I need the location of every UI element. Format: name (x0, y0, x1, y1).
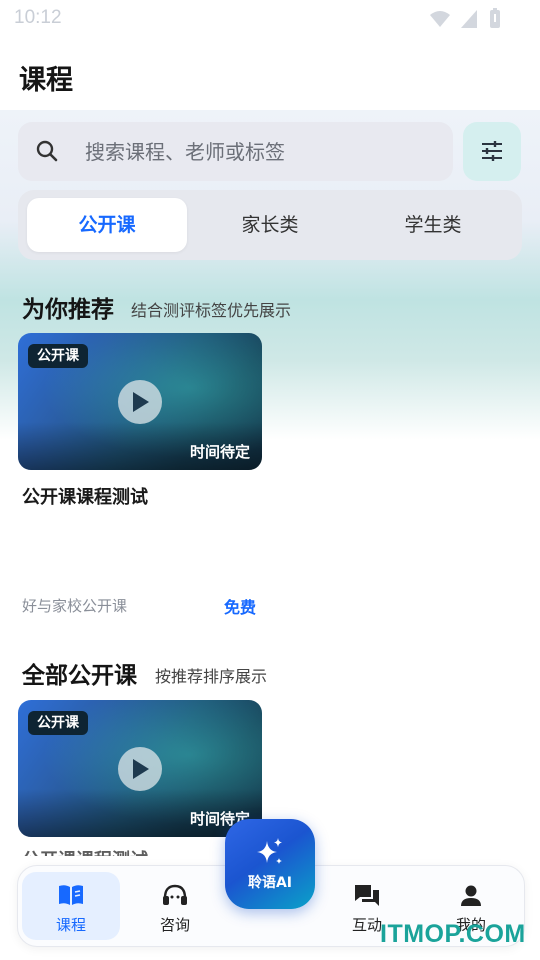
status-icons (429, 8, 500, 32)
all-courses-section-title: 全部公开课 (22, 663, 137, 689)
signal-icon (460, 10, 477, 28)
course-time-label: 时间待定 (189, 443, 250, 461)
category-tabs: 公开课 家长类 学生类 (18, 190, 522, 260)
all-courses-section-subtitle: 按推荐排序展示 (155, 667, 268, 686)
play-button[interactable] (118, 747, 162, 791)
nav-label-consult: 咨询 (159, 916, 190, 934)
play-icon (133, 759, 149, 779)
sliders-icon (482, 141, 502, 161)
status-time: 10:12 (14, 7, 62, 28)
filter-button[interactable] (463, 122, 521, 181)
recommend-section-subtitle: 结合测评标签优先展示 (131, 301, 292, 320)
tab-public-course[interactable]: 公开课 (27, 198, 187, 252)
all-course-title[interactable]: 公开课课程测试 (22, 846, 148, 856)
nav-item-courses[interactable]: 课程 (22, 872, 120, 940)
recommend-course-source: 好与家校公开课 (22, 597, 128, 615)
status-bar: 10:12 (0, 0, 540, 36)
all-course-thumbnail[interactable]: 公开课 时间待定 (18, 700, 262, 837)
page-title: 课程 (19, 65, 73, 96)
sparkle-icon (257, 838, 282, 864)
chat-icon (355, 885, 379, 906)
recommend-course-title[interactable]: 公开课课程测试 (22, 483, 148, 509)
person-icon (461, 885, 481, 906)
course-type-badge: 公开课 (28, 711, 88, 735)
recommend-course-price: 免费 (224, 598, 257, 617)
nav-item-consult[interactable]: 咨询 (126, 872, 224, 940)
play-button[interactable] (118, 380, 162, 424)
search-input[interactable] (83, 135, 432, 169)
watermark: ITMOP.COM (380, 920, 526, 948)
search-bar[interactable] (18, 122, 453, 181)
battery-icon (490, 8, 500, 28)
nav-label-courses: 课程 (55, 916, 86, 934)
tab-student[interactable]: 学生类 (353, 198, 513, 252)
book-icon (59, 885, 83, 905)
play-icon (133, 392, 149, 412)
recommend-course-thumbnail[interactable]: 公开课 时间待定 (18, 333, 262, 470)
search-icon (36, 140, 58, 162)
ai-assistant-label: 聆语AI (247, 875, 293, 891)
tab-parent[interactable]: 家长类 (190, 198, 350, 252)
course-type-badge: 公开课 (28, 344, 88, 368)
wifi-icon (429, 11, 450, 27)
recommend-section-title: 为你推荐 (22, 297, 114, 323)
ai-assistant-button[interactable]: 聆语AI (225, 819, 315, 909)
headset-icon (163, 884, 187, 905)
